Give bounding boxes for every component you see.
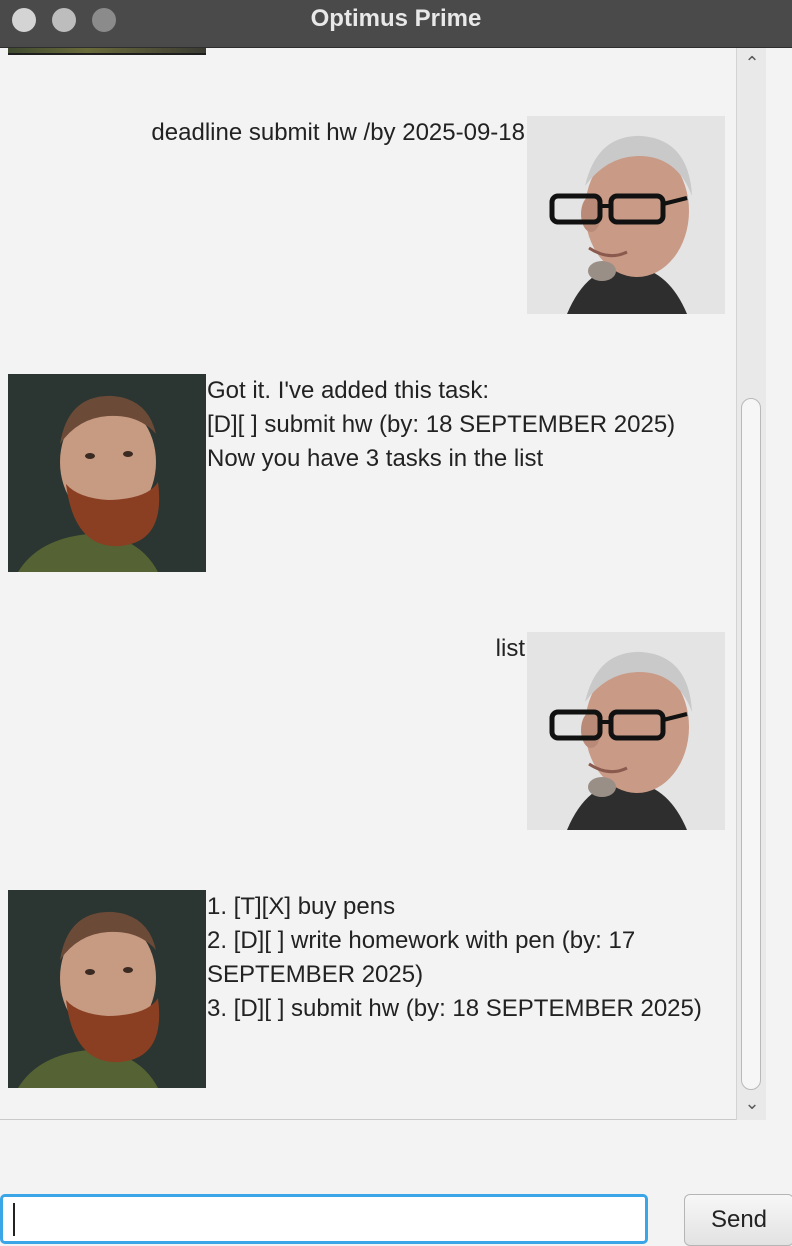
- bot-avatar-icon: [8, 890, 206, 1088]
- scroll-down-icon[interactable]: ⌄: [737, 1090, 767, 1118]
- dialog-scroll-pane[interactable]: deadline submit hw /by 2025-09-18 Got it…: [0, 48, 766, 1120]
- bot-avatar-partial: [8, 48, 206, 55]
- bot-message-line: SEPTEMBER 2025): [207, 961, 424, 988]
- bot-avatar-icon: [8, 374, 206, 572]
- user-avatar: [527, 632, 725, 830]
- bot-message-line: Got it. I've added this task:: [207, 377, 490, 404]
- user-avatar-icon: [527, 632, 725, 830]
- bot-avatar: [8, 374, 206, 572]
- window-title: Optimus Prime: [310, 5, 482, 32]
- user-message-text: list: [495, 635, 525, 662]
- scrollbar-thumb[interactable]: [741, 398, 761, 1090]
- title-bar: Optimus Prime: [0, 0, 792, 48]
- bot-message-line: [D][ ] submit hw (by: 18 SEPTEMBER 2025): [207, 411, 676, 438]
- send-button[interactable]: Send: [684, 1194, 792, 1246]
- bot-message-line: 1. [T][X] buy pens: [207, 893, 396, 920]
- bot-message-line: 3. [D][ ] submit hw (by: 18 SEPTEMBER 20…: [207, 995, 702, 1022]
- bot-message-line: Now you have 3 tasks in the list: [207, 445, 544, 472]
- message-input[interactable]: [0, 1194, 648, 1244]
- bot-message-line: 2. [D][ ] write homework with pen (by: 1…: [207, 927, 636, 954]
- vertical-scrollbar[interactable]: ⌃ ⌄: [736, 48, 766, 1120]
- text-caret: [13, 1203, 15, 1236]
- user-message-text: deadline submit hw /by 2025-09-18: [151, 119, 525, 146]
- user-avatar: [527, 116, 725, 314]
- bot-avatar: [8, 890, 206, 1088]
- scroll-up-icon[interactable]: ⌃: [737, 50, 767, 78]
- user-avatar-icon: [527, 116, 725, 314]
